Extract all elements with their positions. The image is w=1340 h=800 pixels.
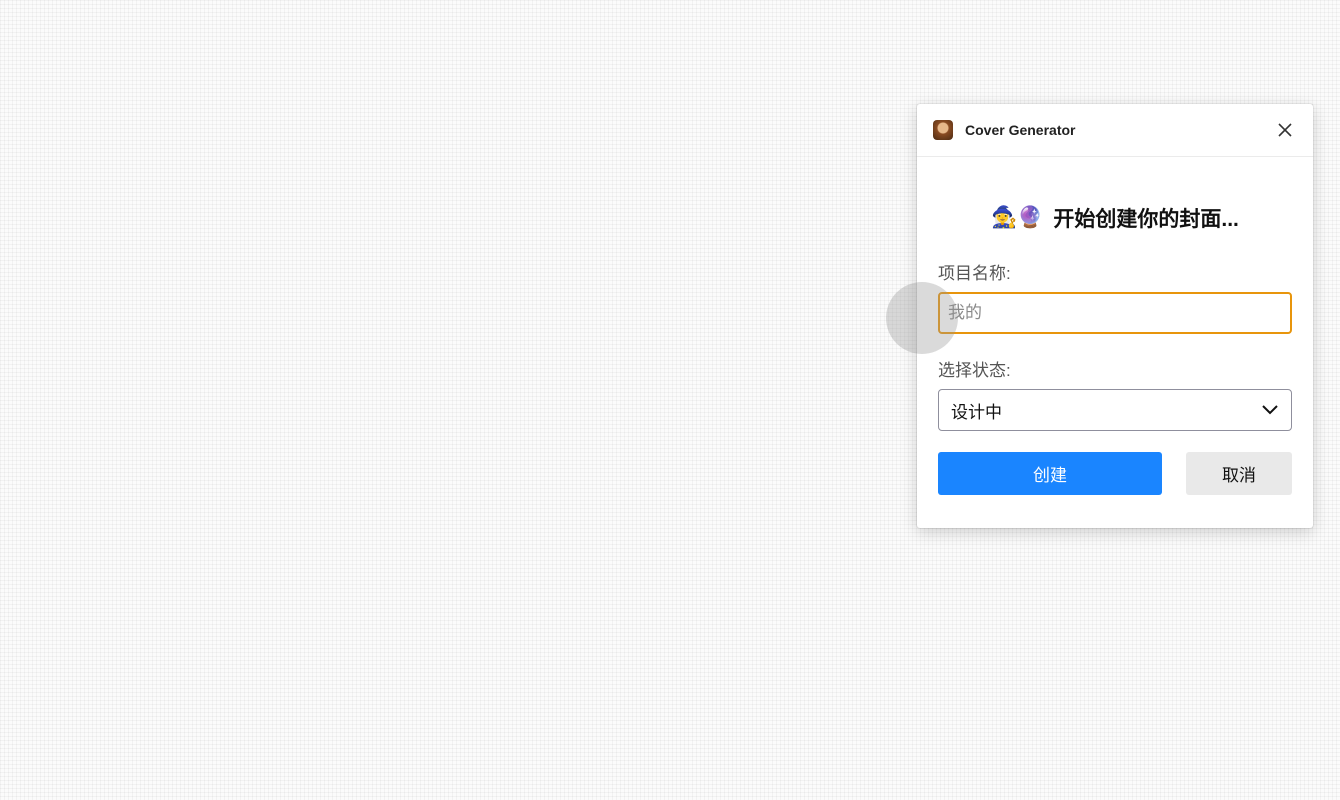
project-name-label: 项目名称: (938, 264, 1011, 283)
cancel-button[interactable]: 取消 (1186, 452, 1292, 495)
portrait-app-icon (933, 120, 953, 140)
page-title: 🧙‍♀️🔮 开始创建你的封面... (938, 203, 1292, 233)
plugin-title: Cover Generator (965, 122, 1076, 138)
action-row: 创建 取消 (938, 452, 1292, 495)
plugin-titlebar[interactable]: Cover Generator (917, 104, 1313, 157)
wizard-crystal-ball-icon: 🧙‍♀️🔮 (991, 206, 1044, 229)
plugin-content: 🧙‍♀️🔮 开始创建你的封面... 项目名称: 选择状态: 设计中 创建 取消 (917, 203, 1313, 495)
create-button[interactable]: 创建 (938, 452, 1162, 495)
status-select[interactable]: 设计中 (938, 389, 1292, 431)
close-icon (1278, 123, 1292, 137)
status-selected-value: 设计中 (951, 402, 1002, 422)
plugin-window: Cover Generator 🧙‍♀️🔮 开始创建你的封面... 项目名称: … (917, 104, 1313, 528)
chevron-down-icon (1262, 405, 1278, 415)
heading-text: 开始创建你的封面... (1053, 208, 1239, 231)
project-name-input[interactable] (938, 292, 1292, 334)
status-label: 选择状态: (938, 361, 1011, 380)
close-button[interactable] (1273, 118, 1297, 142)
